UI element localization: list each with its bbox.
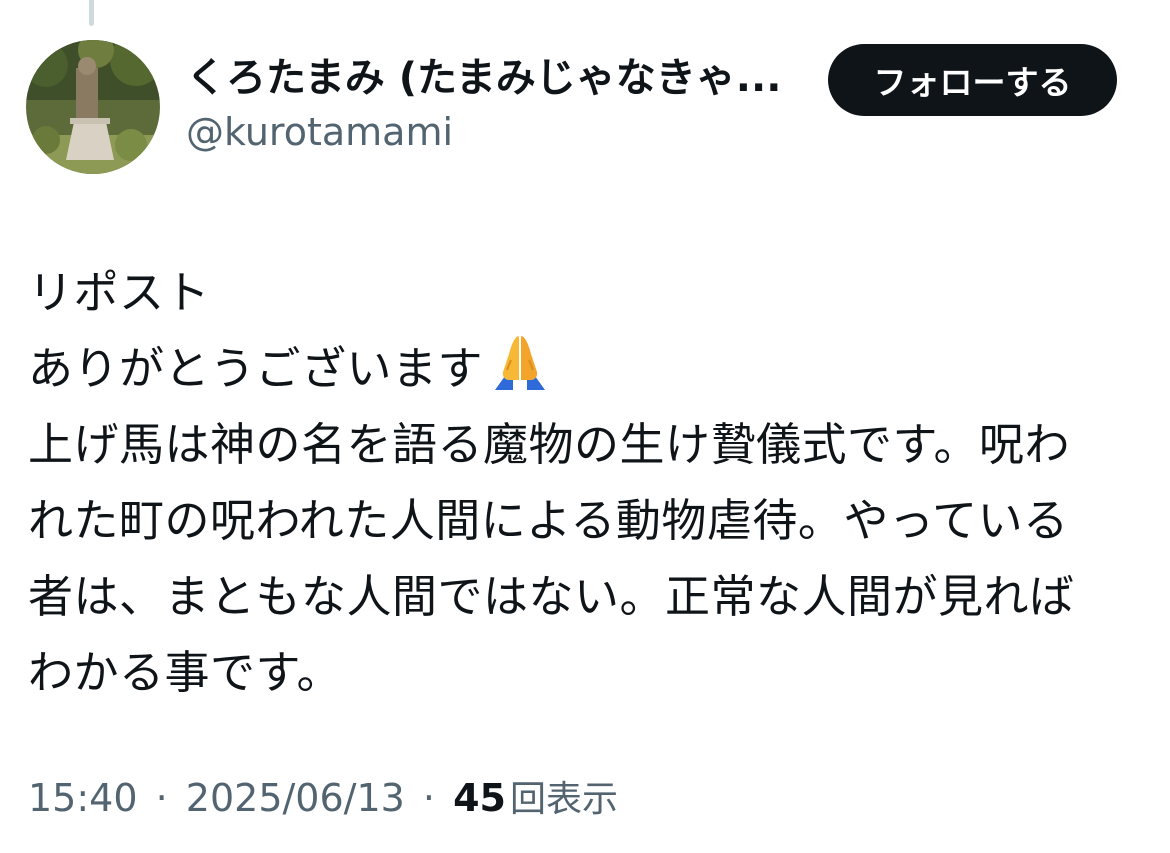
tweet-date[interactable]: 2025/06/13 (186, 776, 405, 820)
avatar-image (26, 40, 160, 174)
tweet-meta: 15:40 · 2025/06/13 · 45 回表示 (28, 768, 618, 830)
tweet-line: 者は、まともな人間ではない。正常な人間が見れば (28, 570, 1075, 623)
avatar[interactable] (26, 40, 160, 174)
folded-hands-icon (495, 336, 546, 390)
meta-separator: · (422, 776, 436, 820)
tweet-line-with-emoji: ありがとうございます (28, 331, 1140, 407)
thread-connector-line (89, 0, 94, 26)
tweet-line: ありがとうございます (28, 342, 484, 395)
tweet-line: れた町の呪われた人間による動物虐待。やっている (28, 494, 1069, 547)
tweet-time[interactable]: 15:40 (28, 776, 138, 820)
author-display-name[interactable]: くろたまみ (たまみじゃなきゃ... (186, 52, 806, 104)
author-handle[interactable]: @kurotamami (186, 106, 806, 158)
tweet-line: わかる事です。 (28, 646, 343, 699)
tweet-text: リポスト ありがとうございます 上げ馬は神の名を語る魔物の生け贄儀式です。呪わ … (28, 255, 1140, 711)
views-label[interactable]: 回表示 (510, 779, 618, 820)
meta-separator: · (155, 776, 168, 820)
views-count[interactable]: 45 (453, 776, 506, 820)
author-info[interactable]: くろたまみ (たまみじゃなきゃ... @kurotamami (186, 52, 806, 158)
follow-button[interactable]: フォローする (828, 44, 1117, 116)
tweet-line: リポスト (28, 266, 211, 319)
tweet-line: 上げ馬は神の名を語る魔物の生け贄儀式です。呪わ (28, 418, 1071, 471)
